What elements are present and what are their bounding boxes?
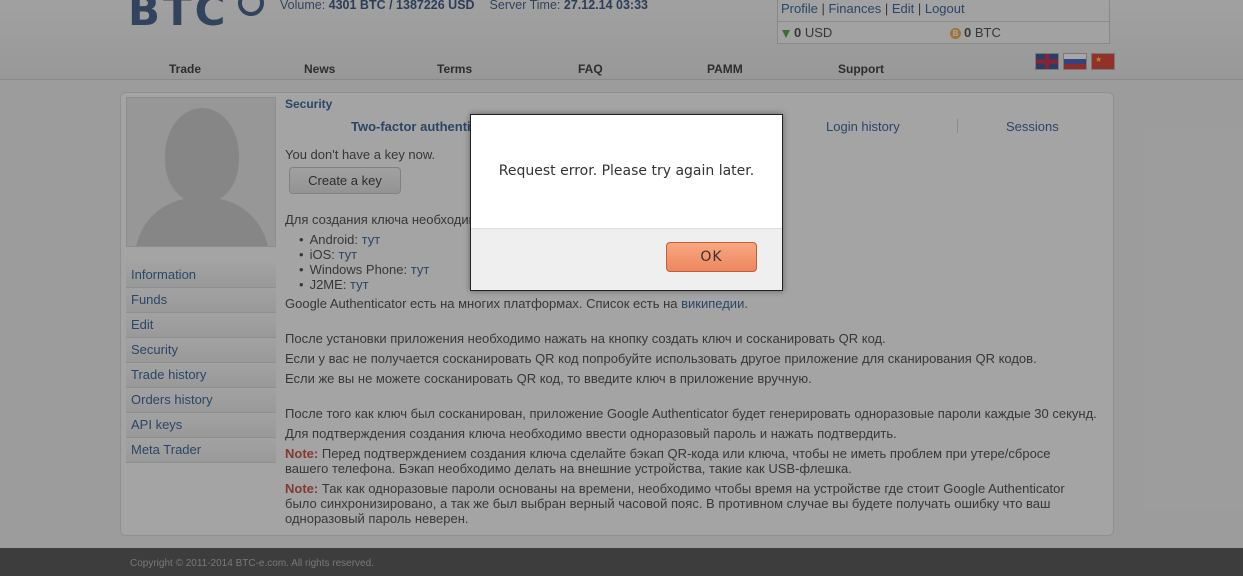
ok-button[interactable]: OK: [666, 242, 757, 272]
error-dialog: Request error. Please try again later. O…: [470, 114, 783, 291]
dialog-button-bar: OK: [471, 228, 782, 290]
dialog-message: Request error. Please try again later.: [498, 163, 755, 179]
